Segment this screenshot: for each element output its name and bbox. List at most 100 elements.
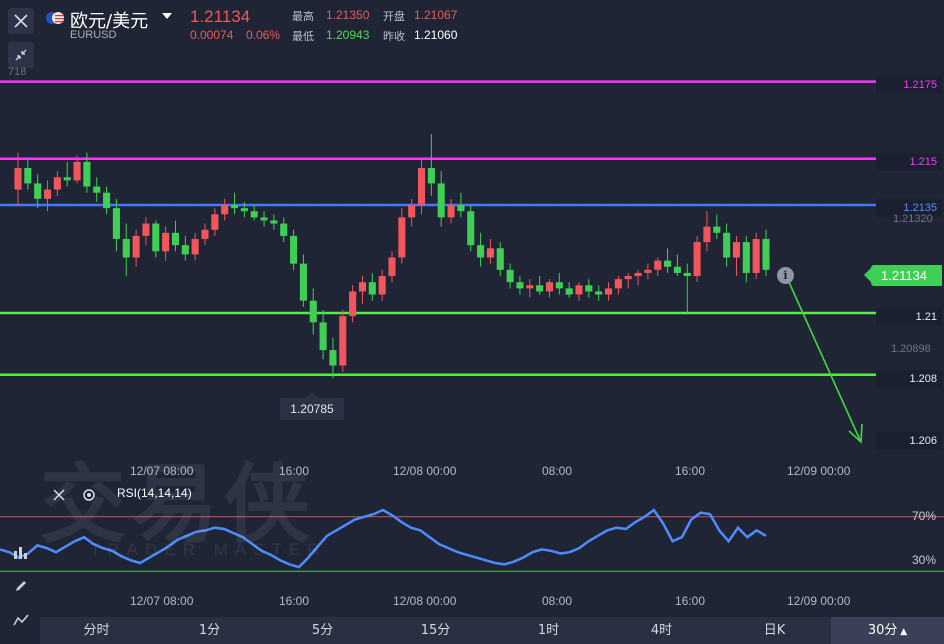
- candle-body: [329, 350, 337, 366]
- time-label-main: 12/07 08:00: [130, 464, 194, 478]
- tab-5min[interactable]: 5分: [266, 617, 379, 644]
- candle-body: [221, 205, 229, 215]
- candle-body: [437, 183, 445, 218]
- candle-body: [585, 285, 593, 292]
- rsi-lower-label: 30%: [912, 553, 937, 567]
- candle-body: [398, 217, 406, 258]
- trading-app: 交易侠 TRADER MASTER 欧元/美元 EURUSD 1.21134 0…: [0, 0, 944, 644]
- candle-body: [703, 226, 711, 243]
- candle-body: [673, 266, 681, 273]
- candle-body: [595, 291, 603, 295]
- level-label-2: 1.215: [876, 153, 942, 171]
- candle-body: [417, 168, 426, 206]
- time-label-main: 12/08 00:00: [393, 464, 457, 478]
- draw-button[interactable]: [8, 573, 34, 599]
- candle-body: [683, 272, 691, 277]
- candle-body: [723, 232, 731, 258]
- fullscreen-button[interactable]: [8, 42, 34, 68]
- candle-body: [644, 269, 652, 273]
- rsi-title: RSI(14,14,14): [117, 486, 192, 500]
- candle-body: [211, 214, 219, 230]
- time-label-rsi: 08:00: [542, 594, 573, 608]
- candle-body: [575, 285, 583, 295]
- open-label: 开盘: [383, 10, 405, 23]
- time-label-rsi: 16:00: [675, 594, 706, 608]
- line-tool-button[interactable]: [8, 607, 34, 633]
- close-icon[interactable]: [52, 488, 66, 502]
- rsi-upper-label: 70%: [912, 509, 937, 523]
- candle-body: [280, 223, 288, 236]
- prev-close-label: 昨收: [383, 30, 405, 43]
- price-change: 0.00074: [190, 28, 234, 42]
- tab-30min[interactable]: 30分: [831, 617, 944, 644]
- candle-body: [34, 183, 42, 199]
- high-label: 最高: [292, 10, 314, 23]
- tab-timeline[interactable]: 分时: [40, 617, 153, 644]
- candle-body: [142, 223, 150, 236]
- close-icon: [14, 14, 28, 28]
- candlestick-series: [14, 134, 770, 378]
- candle-body: [664, 260, 672, 267]
- info-icon[interactable]: i: [777, 267, 794, 284]
- candle-body: [250, 211, 258, 218]
- pencil-icon: [16, 581, 26, 591]
- tab-4h[interactable]: 4时: [605, 617, 718, 644]
- candle-body: [290, 235, 298, 264]
- axis-tick-upper: 1.21320: [893, 213, 933, 225]
- price-change-pct: 0.06%: [246, 28, 281, 42]
- tab-1min[interactable]: 1分: [153, 617, 266, 644]
- candle-body: [349, 291, 357, 317]
- low-label: 最低: [292, 30, 314, 43]
- bar-chart-icon: [14, 547, 27, 559]
- candle-body: [624, 276, 632, 280]
- candle-body: [24, 168, 32, 184]
- open-value: 1.21067: [414, 8, 458, 22]
- candle-body: [152, 223, 160, 252]
- candle-body: [93, 186, 101, 193]
- candle-body: [713, 226, 721, 233]
- candle-body: [496, 248, 504, 270]
- candle-body: [191, 238, 199, 255]
- candle-body: [654, 260, 662, 270]
- arrow-target-label: 1.206: [876, 432, 942, 450]
- candle-body: [112, 208, 120, 239]
- candle-body: [73, 161, 81, 181]
- chevron-down-icon[interactable]: [162, 13, 172, 19]
- candle-body: [457, 205, 465, 212]
- candle-body: [368, 282, 376, 295]
- candle-body: [358, 282, 367, 292]
- time-label-main: 08:00: [542, 464, 573, 478]
- axis-tick-lower: 1.20898: [891, 343, 931, 355]
- candle-body: [565, 288, 573, 295]
- candle-body: [122, 238, 130, 258]
- candle-body: [545, 282, 554, 292]
- indicator-button[interactable]: [8, 539, 34, 565]
- candle-body: [742, 242, 750, 273]
- quote-header: 欧元/美元 EURUSD 1.21134 0.00074 0.06% 最高 1.…: [0, 0, 944, 44]
- level-label-5: 1.208: [876, 370, 942, 388]
- candle-body: [132, 235, 140, 258]
- candle-body: [536, 285, 544, 292]
- prev-close-value: 1.21060: [414, 28, 458, 42]
- candle-body: [427, 168, 435, 184]
- candle-body: [339, 316, 347, 366]
- tab-1h[interactable]: 1时: [492, 617, 605, 644]
- watermark-subtitle: TRADER MASTER: [90, 540, 327, 559]
- candle-body: [388, 257, 396, 277]
- tab-15min[interactable]: 15分: [379, 617, 492, 644]
- candle-body: [43, 189, 52, 199]
- candle-body: [171, 232, 180, 246]
- candle-body: [63, 177, 71, 181]
- eu-us-flag-icon: [46, 12, 64, 24]
- period-tabs: 分时 1分 5分 15分 1时 4时 日K 30分: [40, 617, 944, 644]
- candle-body: [83, 161, 91, 187]
- candle-body: [260, 217, 268, 221]
- high-value: 1.21350: [326, 8, 370, 22]
- tab-daily[interactable]: 日K: [718, 617, 831, 644]
- shrink-icon: [15, 49, 27, 61]
- candle-body: [53, 177, 61, 190]
- time-label-main: 12/09 00:00: [787, 464, 851, 478]
- close-button[interactable]: [8, 8, 34, 34]
- candle-body: [14, 168, 22, 190]
- gear-icon[interactable]: [82, 488, 96, 502]
